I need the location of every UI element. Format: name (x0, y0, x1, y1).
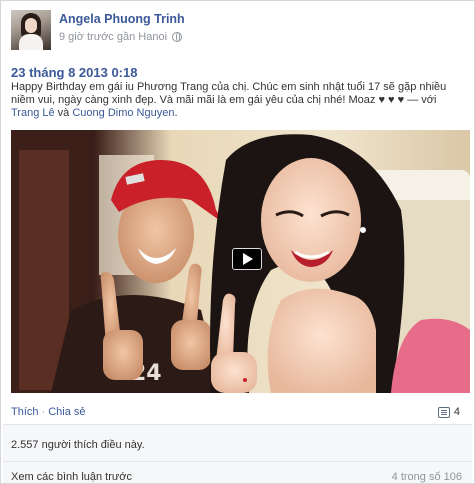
tag-joiner: và (54, 107, 73, 119)
play-icon[interactable] (232, 248, 262, 270)
globe-icon[interactable] (172, 32, 183, 42)
caption-text: Happy Birthday em gái iu Phương Trang củ… (11, 81, 447, 106)
caption-end: . (174, 107, 178, 119)
comment-count-button[interactable]: 4 (437, 406, 460, 418)
divider (3, 461, 472, 462)
like-link[interactable]: Thích (11, 406, 39, 418)
post-caption: Happy Birthday em gái iu Phương Trang củ… (11, 81, 466, 120)
video-timestamp[interactable]: 23 tháng 8 2013 0:18 (11, 65, 137, 80)
post-time-location[interactable]: 9 giờ trước gần Hanoi (59, 31, 167, 43)
author-avatar[interactable] (11, 10, 51, 50)
post-actions: Thích · Chia sẻ (11, 406, 85, 418)
tag-link-cuong-dimo-nguyen[interactable]: Cuong Dimo Nguyen (72, 107, 174, 119)
facebook-post: Angela Phuong Trinh 9 giờ trước gần Hano… (0, 0, 475, 484)
author-name-link[interactable]: Angela Phuong Trinh (59, 12, 185, 26)
feedback-panel: 2.557 người thích điều này. Xem các bình… (3, 424, 472, 483)
post-header: Angela Phuong Trinh 9 giờ trước gần Hano… (11, 10, 185, 52)
comment-count: 4 (453, 406, 460, 418)
likes-summary[interactable]: 2.557 người thích điều này. (11, 439, 145, 451)
action-separator: · (41, 406, 46, 418)
post-meta: 9 giờ trước gần Hanoi (59, 31, 185, 43)
share-link[interactable]: Chia sẻ (48, 406, 85, 418)
comment-pager: 4 trong số 106 (391, 471, 462, 483)
comment-icon (437, 406, 450, 418)
video-player[interactable]: 24 (11, 130, 470, 393)
tag-link-trang-le[interactable]: Trang Lê (11, 107, 55, 119)
view-previous-comments-link[interactable]: Xem các bình luận trước (11, 471, 132, 483)
